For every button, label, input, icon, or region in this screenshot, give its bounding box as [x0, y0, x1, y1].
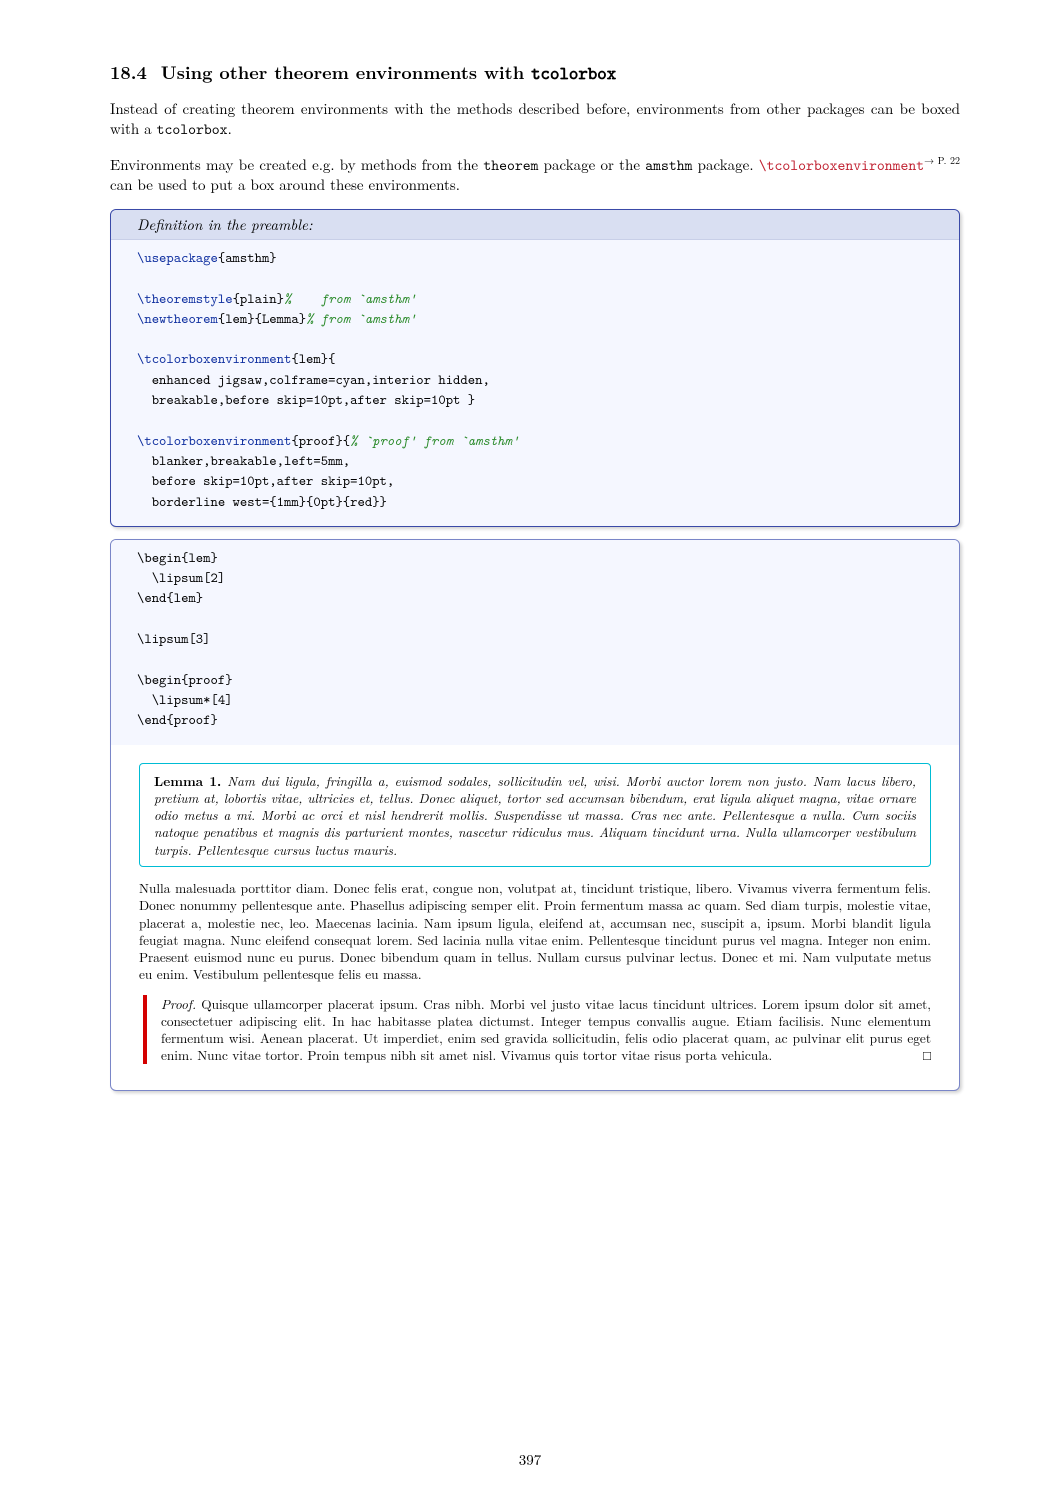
page-number: 397: [0, 1449, 1060, 1470]
section-heading: 18.4 Using other theorem environments wit…: [110, 60, 960, 85]
code-text: before skip=10pt,after skip=10pt,: [137, 472, 394, 490]
code-cs: \end: [137, 711, 166, 729]
qed-icon: □: [923, 1046, 931, 1063]
lemma-body: Nam dui ligula, fringilla a, euismod sod…: [154, 771, 916, 859]
code-comment: % from `amsthm': [284, 290, 416, 308]
proof-body: Quisque ullamcorper placerat ipsum. Cras…: [161, 994, 931, 1065]
code-text: {proof}: [166, 711, 217, 729]
section-title-tt: tcolorbox: [531, 61, 616, 85]
output-paragraph: Nulla malesuada porttitor diam. Donec fe…: [139, 879, 931, 983]
code-cs: \usepackage: [137, 249, 218, 267]
text: can be used to put a box around these en…: [110, 174, 460, 195]
code-cs: \tcolorboxenvironment: [137, 350, 291, 368]
command-ref[interactable]: \tcolorboxenvironment: [759, 155, 924, 175]
code-comment: % `proof' from `amsthm': [350, 432, 519, 450]
listing-body: \usepackage{amsthm} \theoremstyle{plain}…: [111, 240, 959, 526]
code-cs: \newtheorem: [137, 310, 218, 328]
example-box: \begin{lem} \lipsum[2] \end{lem} \lipsum…: [110, 539, 960, 1091]
code-cs: \begin: [137, 549, 181, 567]
code-text: {amsthm}: [218, 249, 277, 267]
code-text: {lem}: [166, 589, 203, 607]
example-code: \begin{lem} \lipsum[2] \end{lem} \lipsum…: [111, 540, 959, 745]
section-title-text: Using other theorem environments with: [161, 60, 531, 85]
text: Instead of creating theorem environments…: [110, 98, 960, 139]
inline-code: tcolorbox: [157, 119, 228, 139]
code-cs: \lipsum: [137, 569, 203, 587]
example-output: Lemma 1. Nam dui ligula, fringilla a, eu…: [111, 745, 959, 1090]
inline-code: theorem: [483, 155, 538, 175]
lemma-box: Lemma 1. Nam dui ligula, fringilla a, eu…: [139, 763, 931, 867]
proof-head: Proof.: [161, 994, 196, 1013]
text: package.: [692, 154, 758, 175]
code-cs: \begin: [137, 671, 181, 689]
page-ref[interactable]: → P. 22: [924, 153, 960, 167]
code-text: [3]: [188, 630, 210, 648]
text: .: [228, 118, 232, 139]
code-text: [4]: [211, 691, 233, 709]
code-text: {proof}{: [291, 432, 350, 450]
code-text: {proof}: [181, 671, 232, 689]
proof-box: Proof. Quisque ullamcorper placerat ipsu…: [143, 995, 931, 1064]
lemma-head: Lemma 1.: [154, 771, 221, 790]
code-cs: \tcolorboxenvironment: [137, 432, 291, 450]
code-text: {lem}{Lemma}: [218, 310, 306, 328]
code-text: {plain}: [233, 290, 284, 308]
listing-title: Definition in the preamble:: [111, 210, 959, 240]
intro-para-2: Environments may be created e.g. by meth…: [110, 154, 960, 196]
code-text: borderline west={1mm}{0pt}{red}}: [137, 493, 387, 511]
code-cs: \theoremstyle: [137, 290, 233, 308]
code-text: {lem}{: [291, 350, 335, 368]
inline-code: amsthm: [645, 155, 692, 175]
section-number: 18.4: [110, 60, 147, 85]
code-cs: \lipsum: [137, 630, 188, 648]
page: 18.4 Using other theorem environments wit…: [0, 0, 1060, 1500]
code-text: {lem}: [181, 549, 218, 567]
text: Environments may be created e.g. by meth…: [110, 154, 483, 175]
code-comment: % from `amsthm': [306, 310, 416, 328]
preamble-listing: Definition in the preamble: \usepackage{…: [110, 209, 960, 527]
code-cs: \end: [137, 589, 166, 607]
text: package or the: [538, 154, 645, 175]
code-text: breakable,before skip=10pt,after skip=10…: [137, 391, 475, 409]
code-text: enhanced jigsaw,colframe=cyan,interior h…: [137, 371, 490, 389]
code-text: blanker,breakable,left=5mm,: [137, 452, 350, 470]
code-cs: \lipsum*: [137, 691, 211, 709]
intro-para-1: Instead of creating theorem environments…: [110, 99, 960, 140]
code-text: [2]: [203, 569, 225, 587]
